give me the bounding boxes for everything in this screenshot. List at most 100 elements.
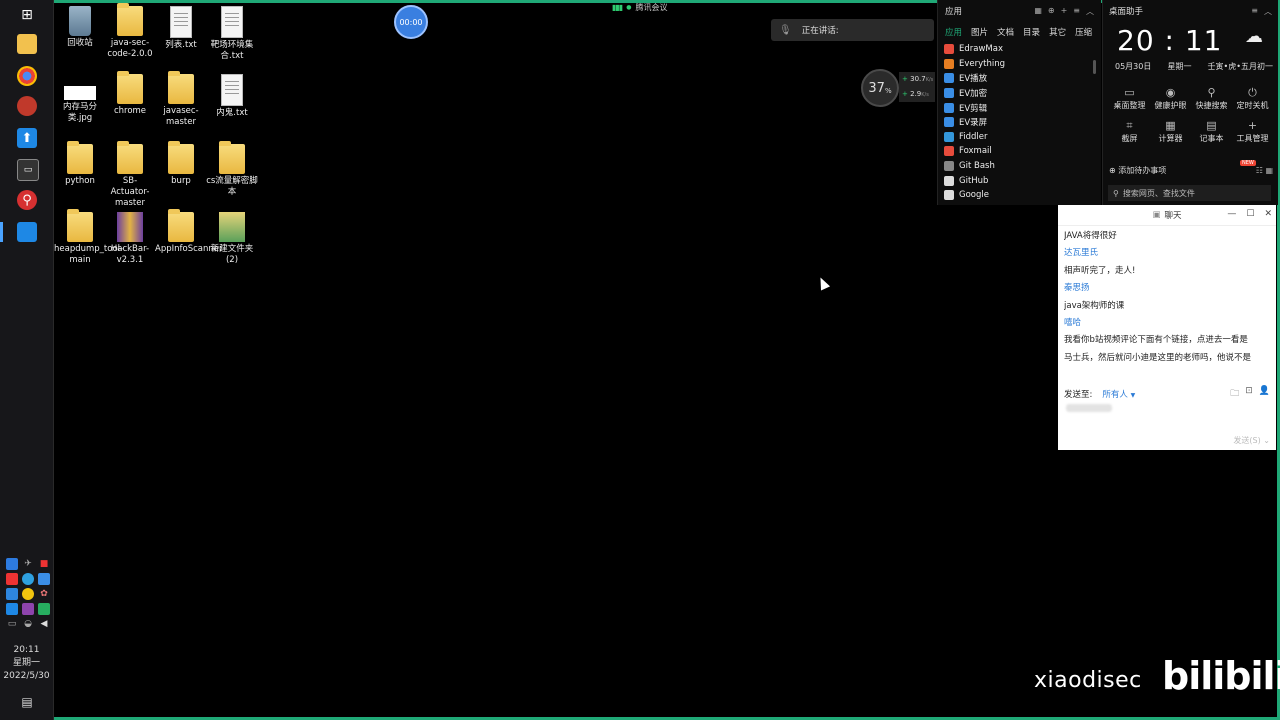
tab-1[interactable]: 图片 (971, 26, 988, 38)
desktop-icon-9[interactable]: SB-Actuator-master (104, 141, 156, 209)
clock-date: 2022/5/30 (3, 671, 50, 681)
tab-5[interactable]: 压缩 (1075, 26, 1092, 38)
desktop-icon-7[interactable]: 内鬼.txt (206, 74, 258, 119)
desktop-icon-12[interactable]: heapdump_tool-main (54, 209, 123, 266)
chrome-icon[interactable] (17, 66, 37, 86)
meeting-app-icon[interactable] (17, 222, 37, 242)
assistant-tool-7[interactable]: + 工具管理 (1232, 119, 1273, 144)
assistant-tool-3[interactable]: ⏻ 定时关机 (1232, 86, 1273, 111)
app-item[interactable]: Everything (944, 57, 1101, 72)
add-icon[interactable]: + (1061, 6, 1068, 17)
tray-volume-icon[interactable]: ◀ (38, 618, 50, 630)
app-item[interactable]: Git Bash (944, 159, 1101, 174)
minimize-icon[interactable]: — (1227, 209, 1236, 219)
desktop-icon-6[interactable]: javasec-master (155, 71, 207, 128)
desktop-icon-5[interactable]: chrome (104, 71, 156, 117)
assistant-tool-label: 截屏 (1121, 134, 1138, 143)
grid-view-icon[interactable]: ▦ (1034, 6, 1042, 17)
desktop-icon-13[interactable]: HackBar-v2.3.1 (104, 212, 156, 266)
send-button[interactable]: 发送(S) ⌄ (1233, 435, 1270, 446)
meeting-bar[interactable]: ▮▮▮ ● 腾讯会议 (612, 2, 667, 13)
folder-icon (67, 209, 93, 242)
app-item[interactable]: GitHub (944, 173, 1101, 188)
tray-network-icon[interactable]: ▭ (6, 618, 18, 630)
desktop-icon-15[interactable]: 新建文件夹 (2) (206, 212, 258, 266)
app-item[interactable]: EV录屏 (944, 115, 1101, 130)
app-item[interactable]: EdrawMax (944, 42, 1101, 57)
tray-app-icon[interactable] (38, 573, 50, 585)
desktop-icon-10[interactable]: burp (155, 141, 207, 187)
tray-app-icon[interactable] (6, 558, 18, 570)
add-todo-button[interactable]: ⊕ 添加待办事项 (1109, 165, 1166, 176)
tray-wifi-icon[interactable]: ◒ (22, 618, 34, 630)
desktop-icon-3[interactable]: 靶场环境集合.txt (206, 6, 258, 62)
assistant-tool-1[interactable]: ◉ 健康护眼 (1150, 86, 1191, 111)
desktop-icon-label: 内存马分类.jpg (62, 102, 97, 123)
upload-speed: 30.7 (910, 75, 926, 83)
collapse-icon[interactable]: ︿ (1086, 6, 1094, 17)
weather-cloud-icon[interactable]: ☁ (1245, 26, 1263, 47)
desktop-icon-0[interactable]: 回收站 (54, 6, 106, 49)
tray-pin-icon[interactable]: ✈ (22, 558, 34, 570)
desktop-icon-14[interactable]: AppInfoScanner (155, 209, 222, 255)
terminal-icon[interactable]: ▭ (17, 159, 39, 181)
desktop-icon-2[interactable]: 列表.txt (155, 6, 207, 51)
tray-nvidia-icon[interactable] (38, 603, 50, 615)
user-icon[interactable]: 👤 (1259, 386, 1270, 402)
tray-red-icon[interactable]: ■ (38, 558, 50, 570)
menu-icon[interactable]: ≡ (1251, 6, 1258, 17)
file-explorer-icon[interactable] (17, 34, 37, 54)
lock-icon[interactable]: ⊕ (1048, 6, 1055, 17)
todo-tools[interactable]: ☷ ▦ (1256, 166, 1273, 175)
mic-status-icon: ● (626, 4, 632, 11)
assistant-tool-6[interactable]: ▤ 记事本 (1191, 119, 1232, 144)
windows-start-icon[interactable]: ⊞ (17, 5, 37, 25)
app-item[interactable]: EV剪辑 (944, 100, 1101, 115)
folder-icon (168, 71, 194, 104)
tray-upload-icon[interactable] (6, 588, 18, 600)
app-item[interactable]: EV加密 (944, 86, 1101, 101)
tab-0[interactable]: 应用 (945, 26, 962, 38)
tab-4[interactable]: 其它 (1049, 26, 1066, 38)
screenshot-icon[interactable]: ⊡ (1245, 386, 1253, 402)
maximize-icon[interactable]: ☐ (1246, 209, 1254, 219)
app-red-icon[interactable] (17, 96, 37, 116)
apps-scrollbar[interactable] (1093, 60, 1096, 74)
desktop-icon-8[interactable]: python (54, 141, 106, 187)
taskbar-clock[interactable]: 20:11 星期一 2022/5/30 (0, 644, 53, 683)
app-item[interactable]: Fiddler (944, 130, 1101, 145)
app-item[interactable]: Google (944, 188, 1101, 203)
assistant-tool-4[interactable]: ⌗ 截屏 (1109, 119, 1150, 144)
assistant-header: 桌面助手 ≡ ︿ (1103, 0, 1278, 22)
tray-yellow-icon[interactable] (22, 588, 34, 600)
tray-app-icon[interactable] (6, 573, 18, 585)
app-item[interactable]: Foxmail (944, 144, 1101, 159)
desktop-icon-4[interactable]: 内存马分类.jpg (54, 74, 106, 124)
tab-2[interactable]: 文档 (997, 26, 1014, 38)
send-to-select[interactable]: 所有人 ▼ (1102, 388, 1135, 400)
app-search-red-icon[interactable]: ⚲ (17, 190, 37, 210)
meeting-timer[interactable]: 00:00 (394, 5, 428, 39)
desktop-assistant: 桌面助手 ≡ ︿ 20 : 11 ☁ 05月30日 星期一 壬寅•虎•五月初一 … (1102, 0, 1278, 205)
tray-edge-icon[interactable] (22, 573, 34, 585)
desktop-icon-1[interactable]: java-sec-code-2.0.0 (104, 3, 156, 60)
text-file-icon (221, 74, 243, 106)
desktop-icon-11[interactable]: cs流量解密脚本 (206, 141, 258, 198)
notification-icon[interactable]: ▤ (17, 692, 37, 712)
tab-3[interactable]: 目录 (1023, 26, 1040, 38)
assistant-tool-5[interactable]: ▦ 计算器 (1150, 119, 1191, 144)
tray-purple-icon[interactable] (22, 603, 34, 615)
assistant-tool-0[interactable]: ▭ 桌面整理 (1109, 86, 1150, 111)
assistant-search[interactable]: ⚲ 搜索网页、查找文件 (1108, 185, 1271, 201)
tray-gear-icon[interactable]: ✿ (38, 588, 50, 600)
upload-app-icon[interactable]: ⬆ (17, 128, 37, 148)
close-icon[interactable]: ✕ (1264, 209, 1272, 219)
collapse-icon[interactable]: ︿ (1264, 6, 1272, 17)
network-gauge[interactable]: 37% (861, 69, 899, 107)
assistant-tool-2[interactable]: ⚲ 快捷搜索 (1191, 86, 1232, 111)
tray-list-icon[interactable] (6, 603, 18, 615)
menu-icon[interactable]: ≡ (1073, 6, 1080, 17)
app-item[interactable]: EV播放 (944, 71, 1101, 86)
chat-input[interactable] (1066, 404, 1112, 412)
folder-icon[interactable]: 🗀 (1230, 386, 1239, 402)
